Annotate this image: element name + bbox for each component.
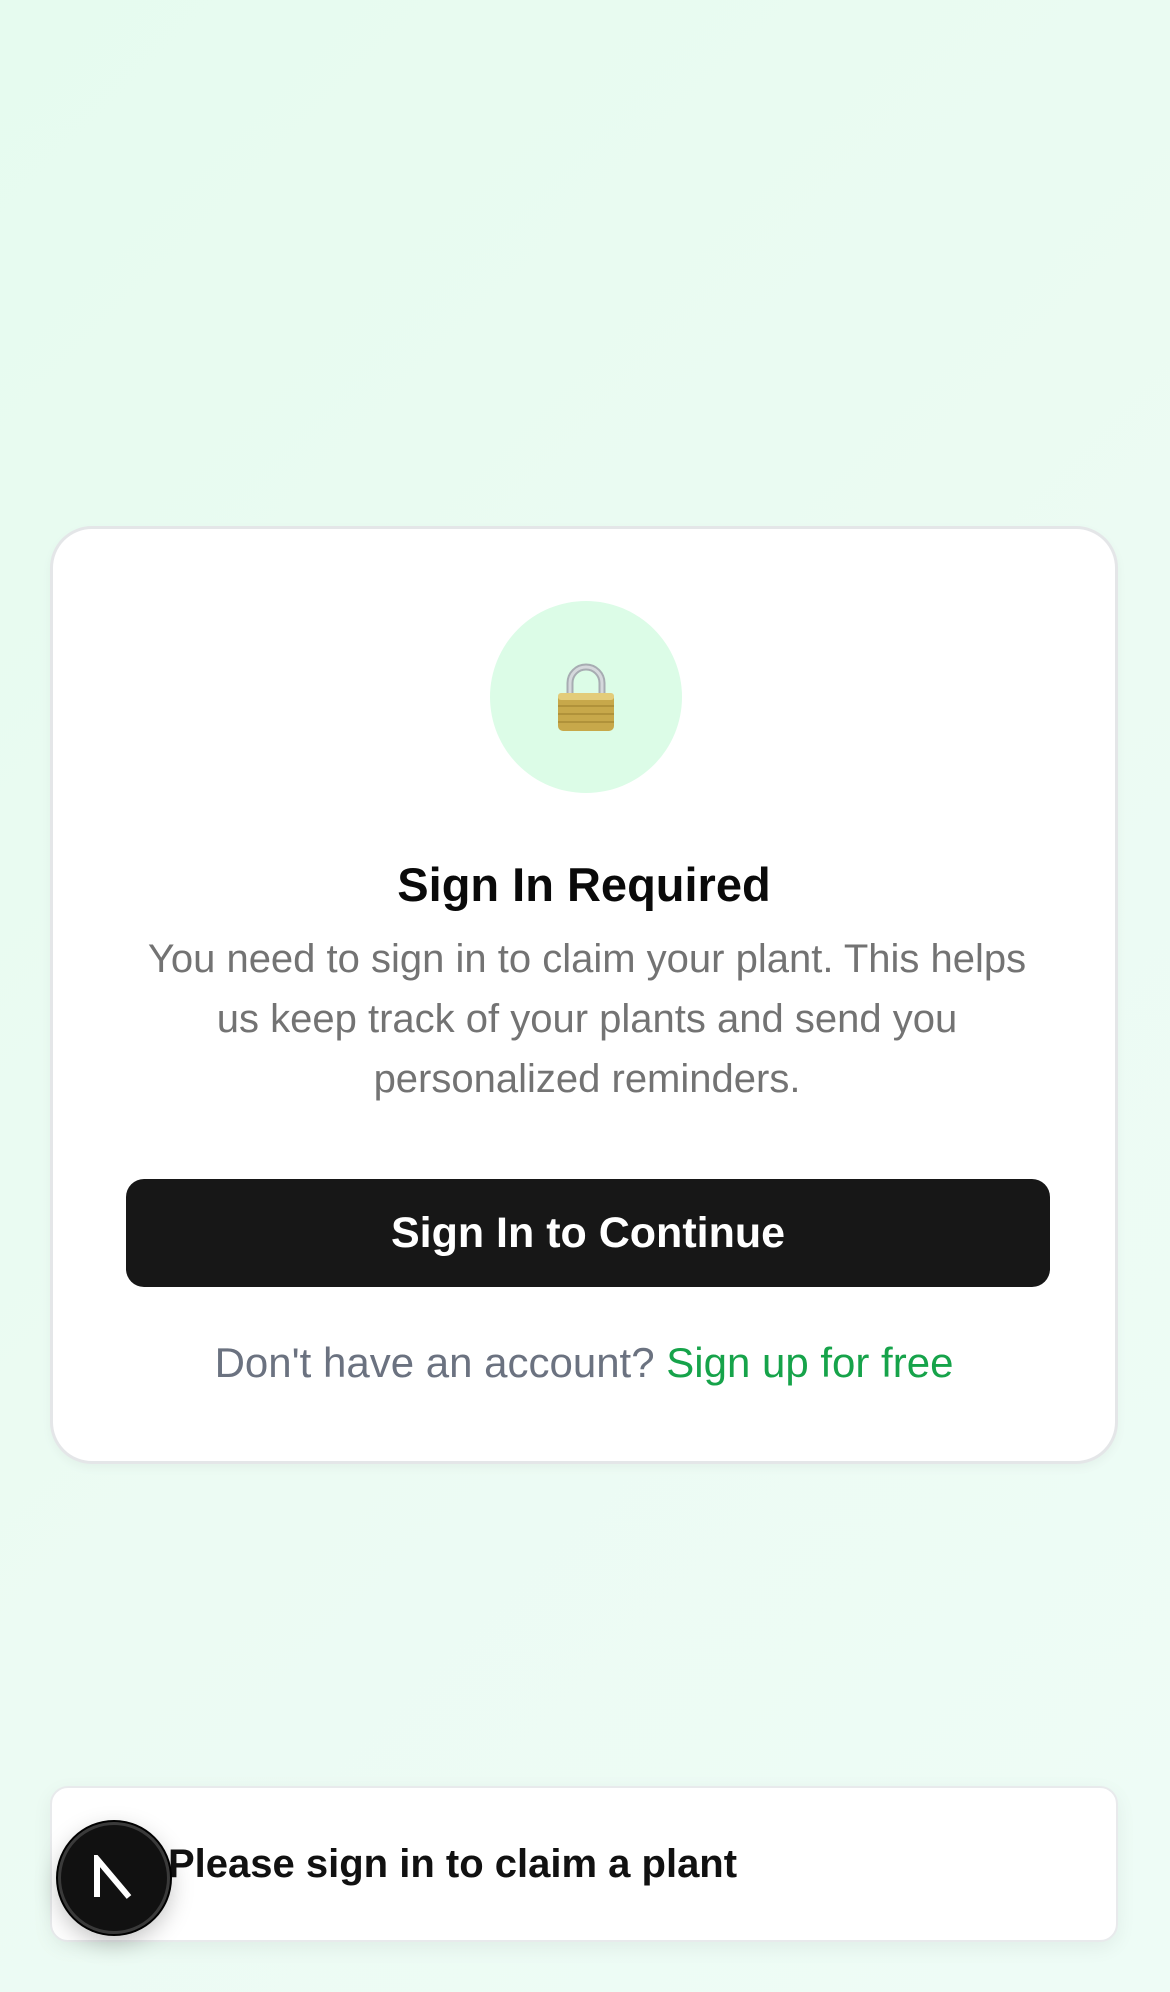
signup-link[interactable]: Sign up for free: [666, 1339, 953, 1386]
signup-row: Don't have an account? Sign up for free: [53, 1335, 1115, 1391]
nextjs-icon: [94, 1855, 132, 1899]
sign-in-card: Sign In Required You need to sign in to …: [50, 526, 1118, 1464]
description-text: You need to sign in to claim your plant.…: [147, 937, 1027, 1101]
page-title: Sign In Required: [397, 858, 771, 911]
lock-icon: [558, 663, 614, 731]
nextjs-dev-badge[interactable]: [58, 1822, 170, 1934]
signup-prompt: Don't have an account?: [214, 1339, 655, 1386]
sign-in-button[interactable]: Sign In to Continue: [126, 1179, 1050, 1287]
toast-message: Please sign in to claim a plant: [168, 1842, 738, 1886]
toast-notification: Please sign in to claim a plant: [50, 1786, 1118, 1942]
lock-icon-circle: [490, 601, 682, 793]
